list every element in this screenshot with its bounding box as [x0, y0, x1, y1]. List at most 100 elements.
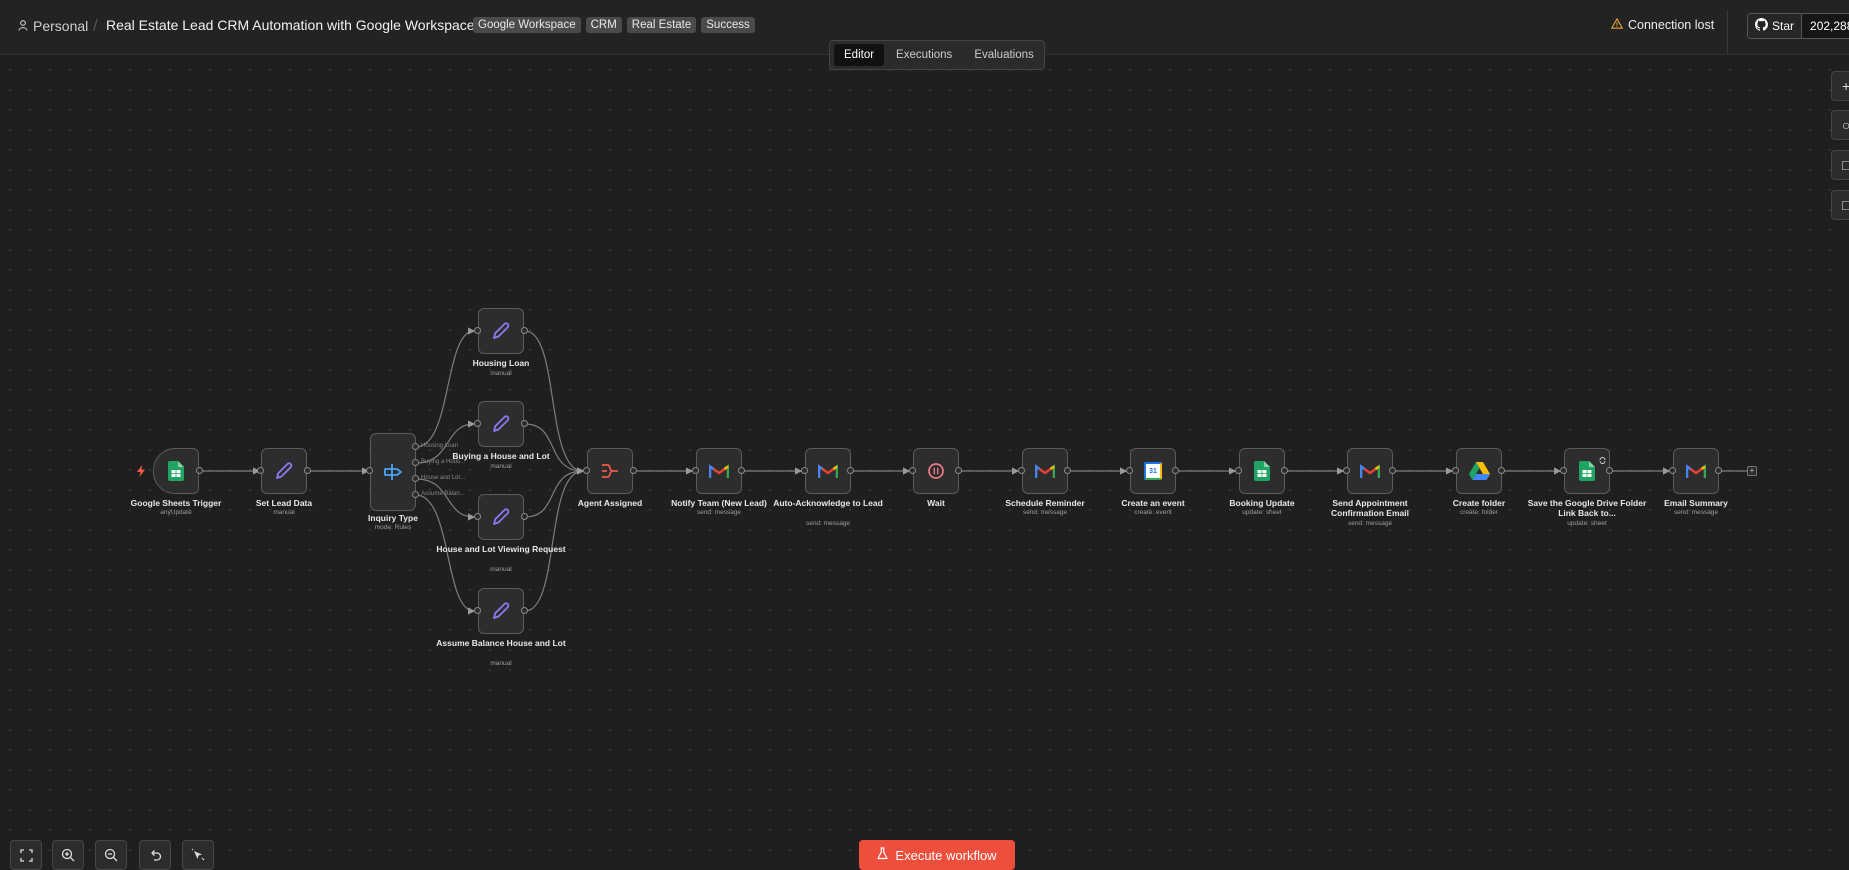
workflow-title[interactable]: Real Estate Lead CRM Automation with Goo… [106, 17, 475, 33]
output-handle-assume[interactable] [412, 491, 419, 498]
google-sheets-icon [1579, 461, 1595, 481]
node-save-drive-folder-link[interactable] [1564, 448, 1610, 494]
input-handle[interactable] [1560, 467, 1567, 474]
input-handle[interactable] [801, 467, 808, 474]
output-handle[interactable] [1606, 467, 1613, 474]
node-subtitle: manual [490, 660, 512, 667]
output-handle[interactable] [1715, 467, 1722, 474]
panel-toggle-button[interactable]: □ [1831, 190, 1849, 220]
input-handle[interactable] [692, 467, 699, 474]
gmail-icon [818, 463, 838, 478]
output-handle[interactable] [196, 467, 203, 474]
workflow-canvas[interactable] [0, 0, 1849, 868]
google-sheets-icon [1254, 461, 1270, 481]
node-assume-balance-house-and-lot[interactable] [478, 588, 524, 634]
output-handle[interactable] [304, 467, 311, 474]
input-handle[interactable] [1452, 467, 1459, 474]
pencil-icon [493, 508, 510, 525]
node-subtitle: update: sheet [1567, 520, 1607, 527]
tag-real-estate[interactable]: Real Estate [626, 17, 697, 33]
input-handle[interactable] [583, 467, 590, 474]
node-subtitle: send: message [696, 509, 742, 516]
output-handle-buying[interactable] [412, 459, 419, 466]
output-handle-housing-loan[interactable] [412, 443, 419, 450]
node-label: Email Summary [1664, 498, 1728, 508]
warning-icon [1610, 17, 1624, 32]
output-label: House and Lot... [421, 475, 466, 481]
node-create-event[interactable]: 31 [1130, 448, 1176, 494]
node-create-folder[interactable] [1456, 448, 1502, 494]
output-handle[interactable] [847, 467, 854, 474]
input-handle[interactable] [1126, 467, 1133, 474]
pause-icon [928, 463, 944, 479]
input-handle[interactable] [1343, 467, 1350, 474]
input-handle[interactable] [1235, 467, 1242, 474]
node-send-appointment-confirmation[interactable] [1347, 448, 1393, 494]
output-handle[interactable] [1281, 467, 1288, 474]
output-handle[interactable] [1498, 467, 1505, 474]
gmail-icon [1035, 463, 1055, 478]
execute-workflow-button[interactable]: Execute workflow [859, 840, 1015, 870]
output-handle[interactable] [521, 420, 528, 427]
execute-workflow-label: Execute workflow [895, 847, 997, 863]
tag-google-workspace[interactable]: Google Workspace [473, 17, 581, 33]
github-star-button[interactable]: Star 202,288 [1747, 13, 1849, 39]
node-subtitle: manual [490, 566, 512, 573]
input-handle[interactable] [1018, 467, 1025, 474]
node-auto-acknowledge[interactable] [805, 448, 851, 494]
node-house-and-lot-viewing-request[interactable] [478, 494, 524, 540]
input-handle[interactable] [474, 327, 481, 334]
fit-view-button[interactable] [10, 840, 42, 870]
tag-success[interactable]: Success [701, 17, 755, 33]
node-notify-team[interactable] [696, 448, 742, 494]
reset-zoom-button[interactable] [139, 840, 171, 870]
search-nodes-button[interactable]: ○ [1831, 110, 1849, 140]
input-handle[interactable] [366, 467, 373, 474]
output-handle[interactable] [1064, 467, 1071, 474]
gmail-icon [1686, 463, 1706, 478]
sticky-note-button[interactable]: □ [1831, 150, 1849, 180]
add-node-button[interactable]: + [1831, 71, 1849, 101]
output-handle[interactable] [630, 467, 637, 474]
output-handle[interactable] [738, 467, 745, 474]
node-booking-update[interactable] [1239, 448, 1285, 494]
output-handle[interactable] [955, 467, 962, 474]
node-set-lead-data[interactable] [261, 448, 307, 494]
pencil-icon [276, 462, 293, 479]
node-agent-assigned[interactable] [587, 448, 633, 494]
tag-crm[interactable]: CRM [585, 17, 622, 33]
tab-evaluations[interactable]: Evaluations [964, 44, 1043, 66]
input-handle[interactable] [1669, 467, 1676, 474]
node-wait[interactable] [913, 448, 959, 494]
add-next-node-button[interactable]: + [1747, 466, 1757, 476]
breadcrumb-project[interactable]: Personal [18, 18, 88, 34]
output-handle-viewing[interactable] [412, 475, 419, 482]
node-housing-loan[interactable] [478, 308, 524, 354]
tab-executions[interactable]: Executions [886, 44, 962, 66]
node-inquiry-type[interactable] [370, 433, 416, 511]
node-label: House and Lot Viewing Request [436, 544, 566, 554]
output-handle[interactable] [1172, 467, 1179, 474]
output-handle[interactable] [521, 607, 528, 614]
node-schedule-reminder[interactable] [1022, 448, 1068, 494]
zoom-in-button[interactable] [52, 840, 84, 870]
zoom-out-button[interactable] [95, 840, 127, 870]
trigger-bolt-icon [136, 464, 146, 482]
node-buying-house-and-lot[interactable] [478, 401, 524, 447]
input-handle[interactable] [474, 607, 481, 614]
tidy-up-button[interactable] [182, 840, 214, 870]
node-email-summary[interactable] [1673, 448, 1719, 494]
input-handle[interactable] [474, 513, 481, 520]
google-calendar-icon: 31 [1144, 462, 1162, 480]
output-handle[interactable] [521, 327, 528, 334]
github-star[interactable]: Star [1748, 14, 1803, 38]
refresh-icon [1599, 451, 1606, 469]
output-handle[interactable] [521, 513, 528, 520]
zoom-in-icon [61, 848, 75, 862]
input-handle[interactable] [909, 467, 916, 474]
input-handle[interactable] [474, 420, 481, 427]
tab-editor[interactable]: Editor [834, 44, 885, 66]
output-handle[interactable] [1389, 467, 1396, 474]
input-handle[interactable] [257, 467, 264, 474]
node-google-sheets-trigger[interactable] [153, 448, 199, 494]
